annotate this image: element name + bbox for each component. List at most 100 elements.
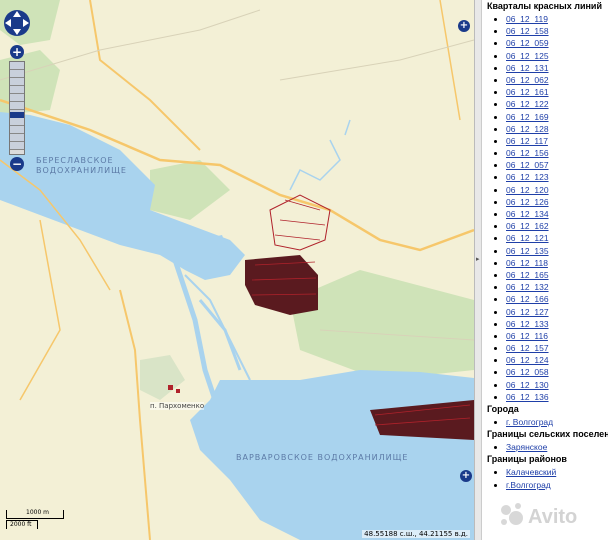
kvartal-item: 06_12_166 (506, 293, 608, 305)
kvartal-link[interactable]: 06_12_059 (506, 38, 549, 48)
kvartal-link[interactable]: 06_12_169 (506, 112, 549, 122)
reservoir-label-3: ВАРВАРОВСКОЕ ВОДОХРАНИЛИЩЕ (236, 453, 409, 462)
zoom-slider[interactable] (9, 61, 25, 155)
place-label: п. Пархоменко (150, 402, 205, 410)
overview-map-button[interactable]: + (460, 470, 472, 482)
kvartal-item: 06_12_130 (506, 379, 608, 391)
section-title-kvartaly: Кварталы красных линий (487, 1, 603, 11)
kvartal-link[interactable]: 06_12_057 (506, 160, 549, 170)
kvartal-item: 06_12_158 (506, 25, 608, 37)
kvartal-item: 06_12_165 (506, 269, 608, 281)
kvartal-link[interactable]: 06_12_131 (506, 63, 549, 73)
kvartal-item: 06_12_123 (506, 171, 608, 183)
legend-panel: Кварталы красных линий 06_12_119 06_12_15… (482, 0, 608, 540)
scale-metric: 1000 m (26, 509, 50, 516)
zoom-out-button[interactable]: − (10, 157, 24, 171)
kvartal-item: 06_12_118 (506, 257, 608, 269)
watermark-text: Avito (528, 506, 577, 528)
kvartal-item: 06_12_135 (506, 245, 608, 257)
panel-splitter[interactable]: ▸ (474, 0, 482, 540)
kvartal-item: 06_12_062 (506, 74, 608, 86)
kvartal-item: 06_12_119 (506, 13, 608, 25)
kvartal-link[interactable]: 06_12_062 (506, 75, 549, 85)
kvartal-item: 06_12_116 (506, 330, 608, 342)
kvartal-link[interactable]: 06_12_162 (506, 221, 549, 231)
section-title-selskie: Границы сельских поселени (487, 429, 608, 440)
kvartal-item: 06_12_134 (506, 208, 608, 220)
kvartal-item: 06_12_122 (506, 98, 608, 110)
kvartal-link[interactable]: 06_12_119 (506, 14, 548, 24)
kvartal-link[interactable]: 06_12_058 (506, 367, 549, 377)
kvartal-item: 06_12_161 (506, 86, 608, 98)
kvartal-link[interactable]: 06_12_120 (506, 185, 549, 195)
zoom-slider-handle[interactable] (10, 112, 24, 118)
kvartal-link[interactable]: 06_12_135 (506, 246, 549, 256)
kvartal-link[interactable]: 06_12_117 (506, 136, 548, 146)
kvartal-item: 06_12_127 (506, 306, 608, 318)
section-title-rayony: Границы районов (487, 454, 567, 465)
kvartal-item: 06_12_057 (506, 159, 608, 171)
kvartal-link[interactable]: 06_12_122 (506, 99, 549, 109)
kvartal-link[interactable]: 06_12_127 (506, 307, 549, 317)
list-item: Зарянское (506, 441, 608, 453)
kvartal-link[interactable]: 06_12_126 (506, 197, 549, 207)
mouse-coordinates: 48.55188 с.ш., 44.21155 в.д. (362, 530, 470, 538)
kvartal-item: 06_12_126 (506, 196, 608, 208)
kvartal-link[interactable]: 06_12_158 (506, 26, 549, 36)
selskie-link[interactable]: Зарянское (506, 442, 547, 452)
goroda-link[interactable]: г. Волгоград (506, 417, 553, 427)
kvartal-item: 06_12_058 (506, 366, 608, 378)
kvartal-link[interactable]: 06_12_133 (506, 319, 549, 329)
list-item: г. Волгоград (506, 416, 608, 428)
avito-watermark-logo: Avito (501, 503, 577, 528)
zoom-in-button[interactable]: + (10, 45, 24, 59)
kvartal-link[interactable]: 06_12_134 (506, 209, 549, 219)
kvartal-item: 06_12_128 (506, 123, 608, 135)
list-item: Калачевский (506, 466, 608, 478)
kvartal-item: 06_12_132 (506, 281, 608, 293)
kvartal-link[interactable]: 06_12_121 (506, 233, 549, 243)
kvartal-link[interactable]: 06_12_116 (506, 331, 548, 341)
pan-control-icon[interactable] (2, 8, 32, 38)
kvartal-link[interactable]: 06_12_165 (506, 270, 549, 280)
rayon-link[interactable]: Калачевский (506, 467, 556, 477)
kvartal-item: 06_12_136 (506, 391, 608, 403)
kvartal-item: 06_12_156 (506, 147, 608, 159)
layer-switcher-button[interactable]: + (458, 20, 470, 32)
kvartal-item: 06_12_059 (506, 37, 608, 49)
reservoir-label-2: ВОДОХРАНИЛИЩЕ (36, 166, 127, 175)
selskie-list: Зарянское (482, 441, 608, 453)
kvartal-link[interactable]: 06_12_156 (506, 148, 549, 158)
kvartal-item: 06_12_120 (506, 184, 608, 196)
list-item: г.Волгоград (506, 479, 608, 491)
kvartal-item: 06_12_133 (506, 318, 608, 330)
kvartal-link[interactable]: 06_12_123 (506, 172, 549, 182)
kvartal-link[interactable]: 06_12_166 (506, 294, 549, 304)
kvartal-item: 06_12_131 (506, 62, 608, 74)
kvartal-link[interactable]: 06_12_161 (506, 87, 549, 97)
rayon-link[interactable]: г.Волгоград (506, 480, 551, 490)
kvartal-item: 06_12_121 (506, 232, 608, 244)
kvartal-link[interactable]: 06_12_130 (506, 380, 549, 390)
collapse-arrow-icon[interactable]: ▸ (476, 255, 480, 263)
rayony-list: Калачевский г.Волгоград (482, 466, 608, 490)
kvartal-item: 06_12_157 (506, 342, 608, 354)
kvartal-link[interactable]: 06_12_124 (506, 355, 549, 365)
kvartaly-list: 06_12_119 06_12_158 06_12_059 06_12_125 06_1… (482, 13, 608, 403)
kvartal-item: 06_12_169 (506, 111, 608, 123)
kvartal-item: 06_12_162 (506, 220, 608, 232)
kvartal-link[interactable]: 06_12_132 (506, 282, 549, 292)
scale-imperial: 2000 ft (10, 521, 32, 528)
zoom-control: + − (9, 45, 25, 171)
map-view[interactable]: БЕРЕСЛАВСКОЕ ВОДОХРАНИЛИЩЕ ВАРВАРОВСКОЕ … (0, 0, 474, 540)
kvartal-link[interactable]: 06_12_118 (506, 258, 548, 268)
kvartal-link[interactable]: 06_12_128 (506, 124, 549, 134)
kvartal-link[interactable]: 06_12_136 (506, 392, 549, 402)
goroda-list: г. Волгоград (482, 416, 608, 428)
kvartal-item: 06_12_117 (506, 135, 608, 147)
kvartal-item: 06_12_125 (506, 50, 608, 62)
reservoir-label-1: БЕРЕСЛАВСКОЕ (36, 156, 114, 165)
scale-bar: 1000 m 2000 ft (6, 509, 64, 530)
kvartal-link[interactable]: 06_12_125 (506, 51, 549, 61)
kvartal-link[interactable]: 06_12_157 (506, 343, 549, 353)
